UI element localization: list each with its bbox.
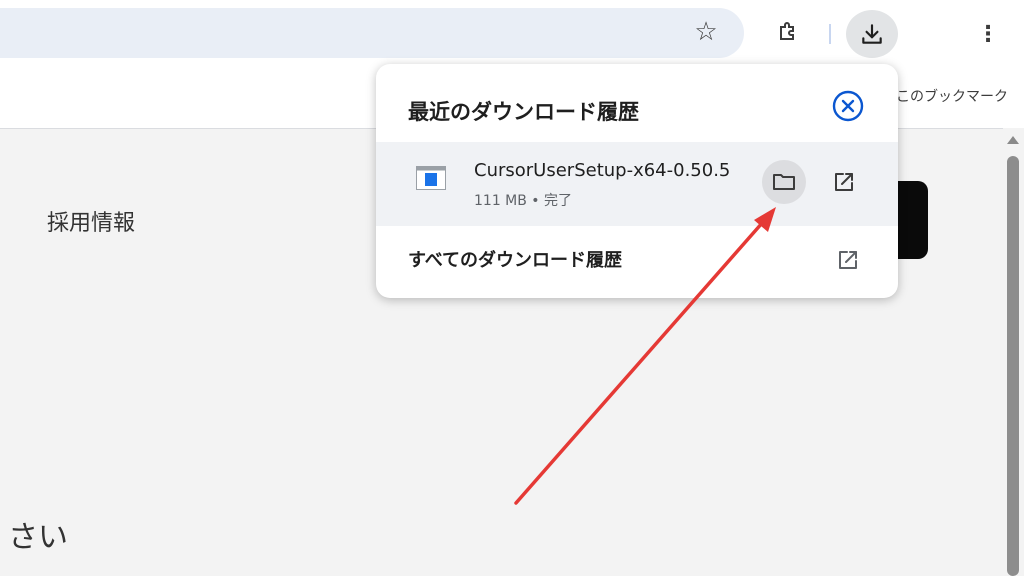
- browser-toolbar: ☆ ⋮: [0, 0, 1024, 64]
- folder-icon[interactable]: [762, 160, 806, 204]
- recruit-link[interactable]: 採用情報: [47, 205, 135, 237]
- extensions-icon[interactable]: [770, 14, 806, 50]
- installer-file-icon: [416, 166, 446, 190]
- downloads-popup: 最近のダウンロード履歴 CursorUserSetup-x64-0.50.5 1…: [376, 64, 898, 298]
- address-bar[interactable]: [0, 8, 744, 58]
- download-icon[interactable]: [846, 10, 898, 58]
- scrollbar-thumb[interactable]: [1007, 156, 1019, 576]
- scroll-up-icon[interactable]: [1007, 136, 1019, 144]
- all-downloads-row[interactable]: すべてのダウンロード履歴: [376, 228, 898, 290]
- close-icon[interactable]: [830, 88, 866, 124]
- toolbar-separator: [829, 24, 831, 44]
- download-file-status: 111 MB • 完了: [474, 193, 573, 209]
- star-icon[interactable]: ☆: [688, 14, 724, 50]
- open-external-icon[interactable]: [824, 162, 864, 202]
- open-external-icon[interactable]: [830, 242, 866, 278]
- all-downloads-label[interactable]: すべてのダウンロード履歴: [408, 246, 622, 272]
- popup-title: 最近のダウンロード履歴: [408, 100, 639, 124]
- bookmarks-label[interactable]: このブックマーク: [896, 86, 1008, 106]
- download-file-name: CursorUserSetup-x64-0.50.5: [474, 160, 731, 181]
- more-vert-icon[interactable]: ⋮: [972, 16, 1004, 52]
- download-item[interactable]: CursorUserSetup-x64-0.50.5 111 MB • 完了: [376, 142, 898, 226]
- page-text-fragment: さい: [8, 520, 68, 555]
